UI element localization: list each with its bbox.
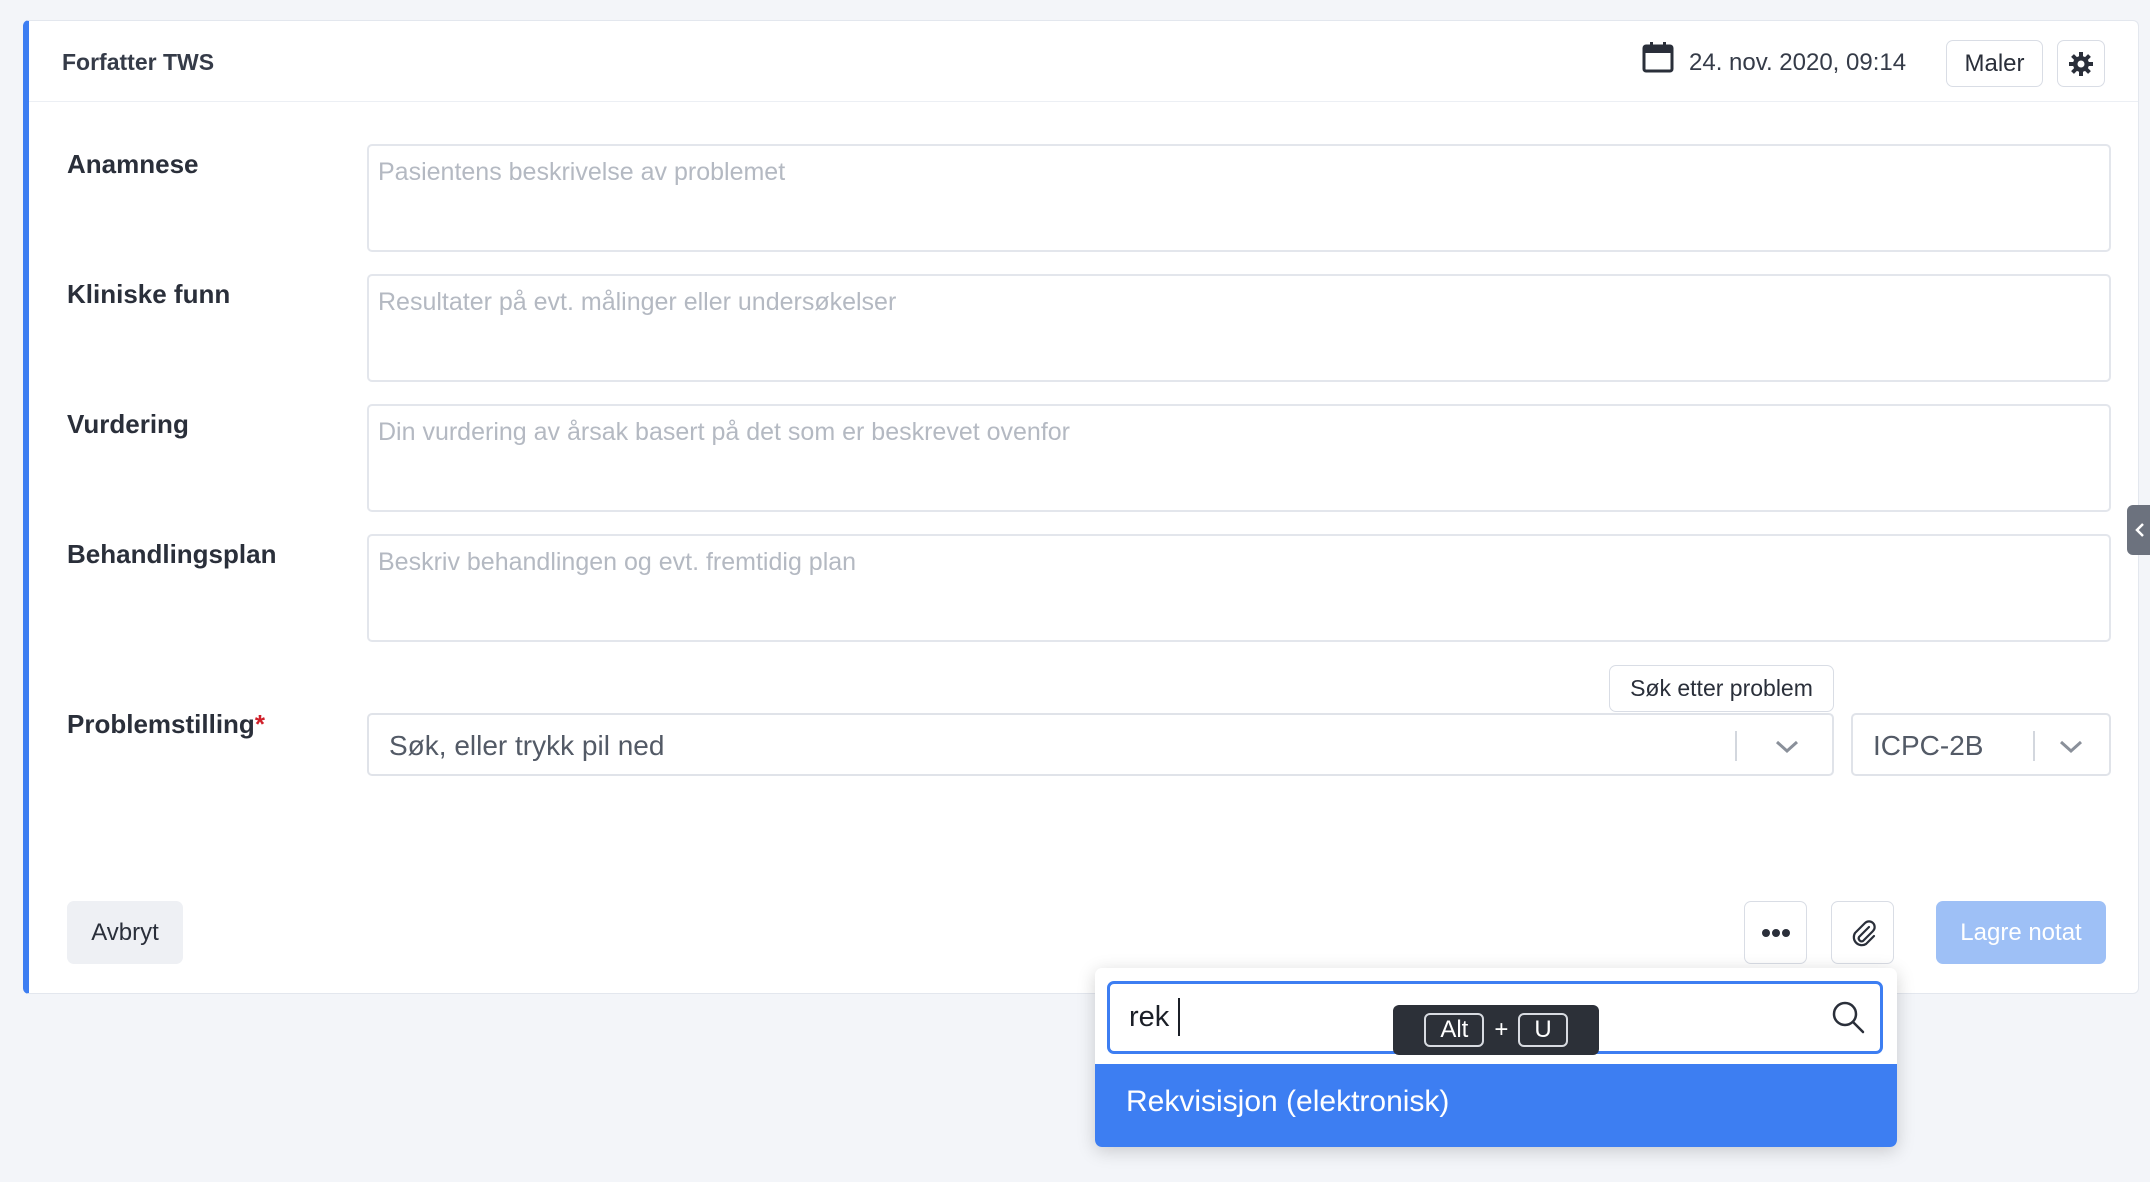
chevron-down-icon[interactable] xyxy=(2057,735,2085,757)
clinical-findings-label: Kliniske funn xyxy=(67,279,231,309)
search-result-item[interactable]: Rekvisisjon (elektronisk) xyxy=(1095,1064,1897,1147)
anamnese-textarea[interactable]: Pasientens beskrivelse av problemet xyxy=(367,144,2111,252)
shortcut-plus: + xyxy=(1494,1016,1509,1043)
assessment-textarea[interactable]: Din vurdering av årsak basert på det som… xyxy=(367,404,2111,512)
gear-icon xyxy=(2069,51,2093,76)
problem-label-text: Problemstilling xyxy=(67,709,255,739)
treatment-plan-label: Behandlingsplan xyxy=(67,539,277,569)
search-problem-tooltip: Søk etter problem xyxy=(1609,665,1834,712)
shortcut-key-alt: Alt xyxy=(1424,1013,1485,1047)
treatment-plan-textarea[interactable]: Beskriv behandlingen og evt. fremtidig p… xyxy=(367,534,2111,642)
code-system-value: ICPC-2B xyxy=(1873,730,1984,761)
text-caret xyxy=(1178,998,1180,1036)
select-separator xyxy=(1735,731,1737,761)
chevron-left-icon xyxy=(2135,523,2144,537)
more-options-button[interactable] xyxy=(1744,901,1807,964)
calendar-icon xyxy=(1642,42,1674,73)
cancel-button[interactable]: Avbryt xyxy=(67,901,183,964)
clinical-findings-textarea[interactable]: Resultater på evt. målinger eller unders… xyxy=(367,274,2111,382)
required-mark: * xyxy=(254,709,265,739)
note-card: Forfatter TWS 24. nov. 2020, 09:14 Maler xyxy=(23,20,2139,994)
assessment-label: Vurdering xyxy=(67,409,189,439)
anamnese-label: Anamnese xyxy=(67,149,199,179)
side-panel-toggle[interactable] xyxy=(2127,505,2150,555)
paperclip-icon xyxy=(1852,919,1876,946)
settings-button[interactable] xyxy=(2057,40,2105,87)
problem-label: Problemstilling* xyxy=(67,709,265,740)
problem-select-placeholder: Søk, eller trykk pil ned xyxy=(389,730,665,761)
note-header: Forfatter TWS 24. nov. 2020, 09:14 Maler xyxy=(29,21,2138,102)
note-date: 24. nov. 2020, 09:14 xyxy=(1689,49,1907,76)
select-separator xyxy=(2033,731,2035,761)
author-label: Forfatter TWS xyxy=(62,49,215,75)
keyboard-shortcut-hint: Alt + U xyxy=(1393,1005,1599,1055)
templates-button[interactable]: Maler xyxy=(1946,40,2043,87)
problem-select[interactable]: Søk, eller trykk pil ned xyxy=(367,713,1834,776)
shortcut-key-u: U xyxy=(1518,1013,1568,1047)
search-icon[interactable] xyxy=(1830,999,1866,1035)
code-system-select[interactable]: ICPC-2B xyxy=(1851,713,2111,776)
attach-button[interactable] xyxy=(1831,901,1894,964)
save-note-button[interactable]: Lagre notat xyxy=(1936,901,2106,964)
action-search-value: rek xyxy=(1129,1001,1170,1033)
ellipsis-icon xyxy=(1761,928,1790,937)
action-search-popup: rek Rekvisisjon (elektronisk) xyxy=(1095,968,1897,1147)
chevron-down-icon[interactable] xyxy=(1773,735,1801,757)
